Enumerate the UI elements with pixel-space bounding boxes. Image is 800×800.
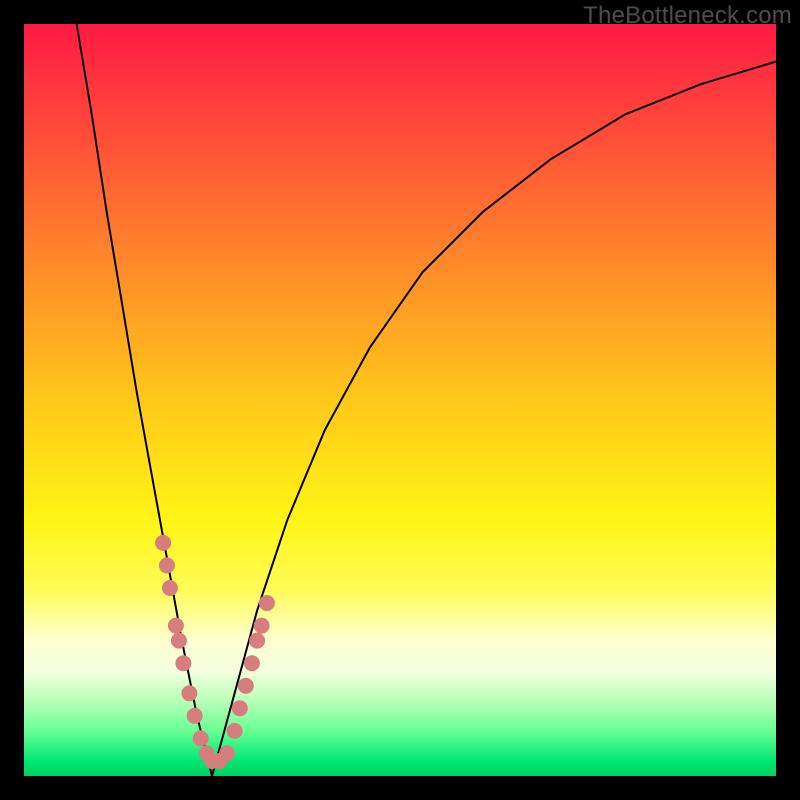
highlight-marker — [193, 730, 209, 746]
highlight-marker — [159, 557, 175, 573]
watermark-text: TheBottleneck.com — [583, 2, 792, 30]
highlight-marker — [162, 580, 178, 596]
highlight-marker — [227, 723, 243, 739]
highlight-marker — [155, 535, 171, 551]
chart-plot-area — [24, 24, 776, 776]
highlight-markers — [155, 535, 275, 769]
highlight-marker — [238, 678, 254, 694]
highlight-marker — [171, 633, 187, 649]
highlight-marker — [187, 708, 203, 724]
bottleneck-curve-left — [77, 24, 212, 776]
highlight-marker — [249, 633, 265, 649]
highlight-marker — [181, 685, 197, 701]
highlight-marker — [168, 618, 184, 634]
highlight-marker — [232, 700, 248, 716]
highlight-marker — [219, 745, 235, 761]
bottleneck-curve-right — [212, 62, 776, 776]
highlight-marker — [254, 618, 270, 634]
highlight-marker — [259, 595, 275, 611]
chart-svg — [24, 24, 776, 776]
highlight-marker — [175, 655, 191, 671]
highlight-marker — [244, 655, 260, 671]
